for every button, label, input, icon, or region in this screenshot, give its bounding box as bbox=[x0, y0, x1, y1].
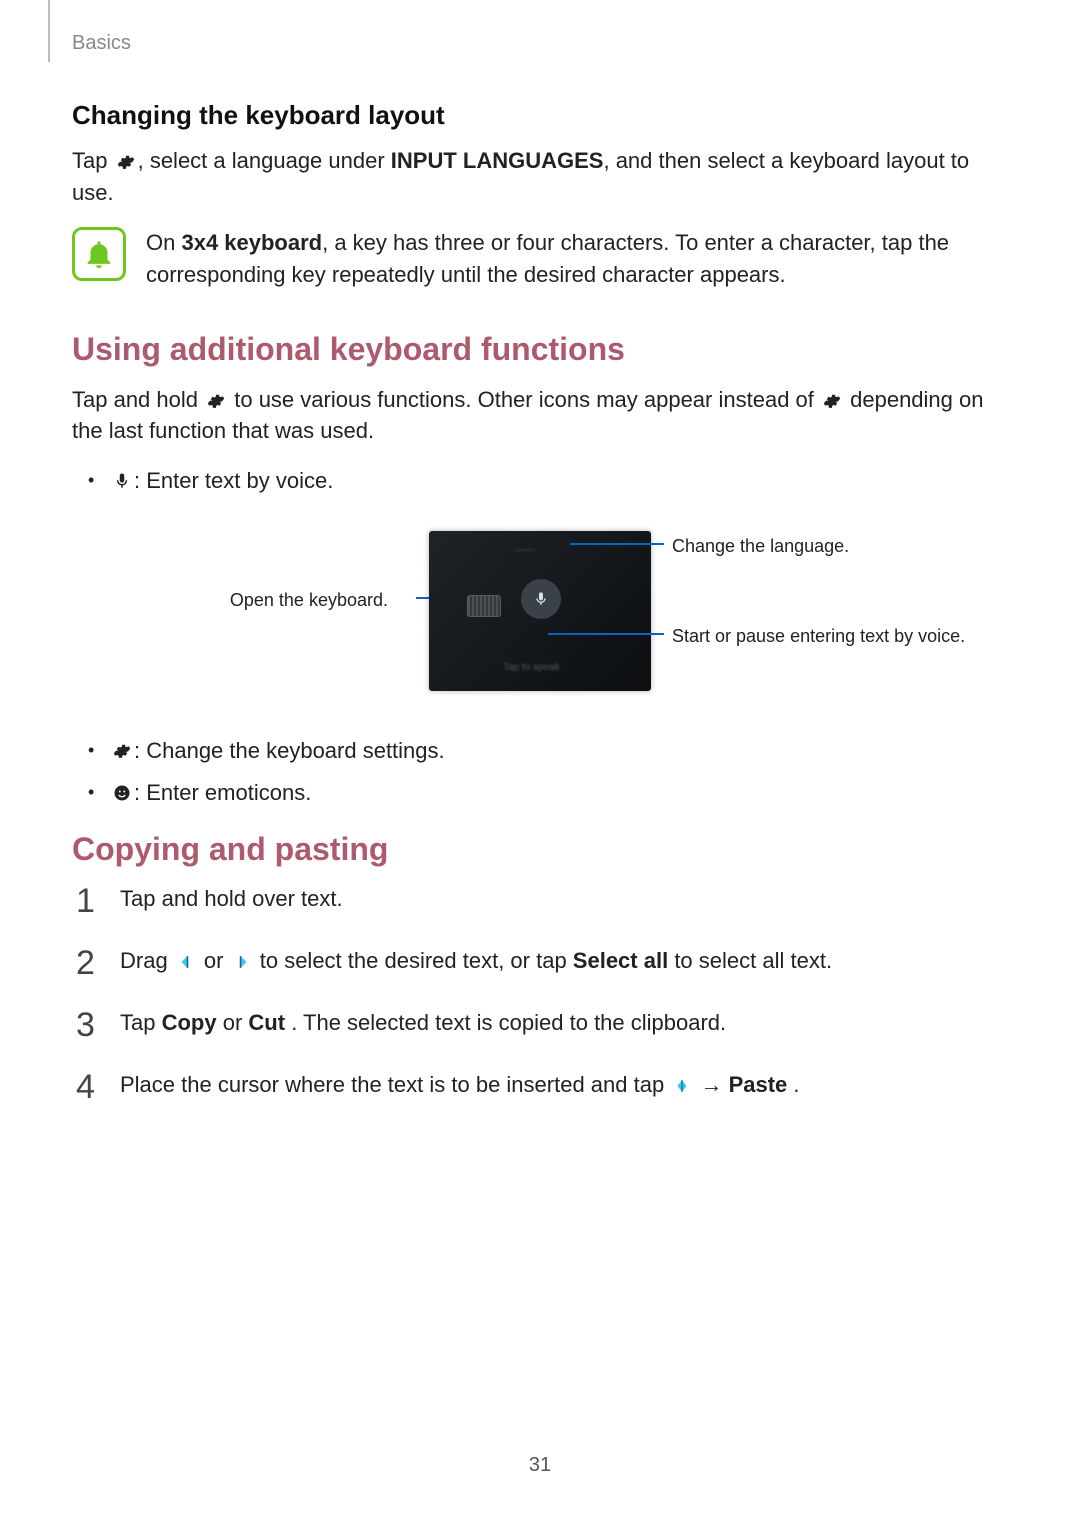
emoticon-icon bbox=[112, 783, 132, 803]
breadcrumb: Basics bbox=[72, 32, 131, 55]
text: to select all text. bbox=[674, 948, 832, 973]
bullet-list-1: : Enter text by voice. bbox=[82, 465, 1008, 497]
page-content: Changing the keyboard layout Tap , selec… bbox=[72, 100, 1008, 1132]
bullet-settings: : Change the keyboard settings. bbox=[82, 735, 1008, 767]
voice-input-diagram: Open the keyboard. —— Tap to speak Chang… bbox=[72, 521, 1008, 701]
bold-select-all: Select all bbox=[573, 948, 668, 973]
step-2: Drag or to select the desired text, or t… bbox=[76, 946, 1008, 980]
tip-callout: On 3x4 keyboard, a key has three or four… bbox=[72, 227, 1008, 291]
keyboard-mini-icon bbox=[467, 595, 501, 617]
callout-change-language: Change the language. bbox=[672, 535, 952, 558]
mic-button-graphic bbox=[521, 579, 561, 619]
step-4: Place the cursor where the text is to be… bbox=[76, 1070, 1008, 1104]
microphone-icon bbox=[112, 471, 132, 491]
bell-icon bbox=[72, 227, 126, 281]
blur-text: Tap to speak bbox=[503, 662, 560, 673]
step-3: Tap Copy or Cut . The selected text is c… bbox=[76, 1008, 1008, 1042]
step-1: Tap and hold over text. bbox=[76, 884, 1008, 918]
text: : Enter emoticons. bbox=[134, 777, 311, 809]
bold-paste: Paste bbox=[729, 1072, 788, 1097]
text: : Enter text by voice. bbox=[134, 465, 333, 497]
text: Tap and hold over text. bbox=[120, 886, 343, 911]
leader-line bbox=[548, 633, 664, 635]
text: or bbox=[223, 1010, 249, 1035]
text: Tap bbox=[72, 148, 114, 173]
bullet-emoticons: : Enter emoticons. bbox=[82, 777, 1008, 809]
bold-copy: Copy bbox=[162, 1010, 217, 1035]
text: Drag bbox=[120, 948, 174, 973]
tip-text: On 3x4 keyboard, a key has three or four… bbox=[146, 227, 1008, 291]
callout-start-pause: Start or pause entering text by voice. bbox=[672, 625, 972, 648]
cursor-handle-icon bbox=[672, 1076, 692, 1096]
bullet-voice: : Enter text by voice. bbox=[82, 465, 1008, 497]
bold-3x4: 3x4 keyboard bbox=[181, 230, 322, 255]
text: Tap and hold bbox=[72, 387, 204, 412]
text: to use various functions. Other icons ma… bbox=[234, 387, 820, 412]
text: Tap bbox=[120, 1010, 162, 1035]
paragraph-keyboard-layout: Tap , select a language under INPUT LANG… bbox=[72, 145, 1008, 209]
gear-icon bbox=[116, 152, 136, 172]
callout-open-keyboard: Open the keyboard. bbox=[230, 589, 388, 612]
selection-handle-left-icon bbox=[176, 952, 196, 972]
text: , select a language under bbox=[138, 148, 391, 173]
text: On bbox=[146, 230, 181, 255]
selection-handle-right-icon bbox=[232, 952, 252, 972]
gear-icon bbox=[206, 391, 226, 411]
heading-copying-pasting: Copying and pasting bbox=[72, 831, 1008, 868]
header-rule bbox=[48, 0, 50, 62]
gear-icon bbox=[822, 391, 842, 411]
steps-list: Tap and hold over text. Drag or to selec… bbox=[76, 884, 1008, 1104]
text: . The selected text is copied to the cli… bbox=[291, 1010, 726, 1035]
text: or bbox=[204, 948, 230, 973]
text: . bbox=[793, 1072, 799, 1097]
text: to select the desired text, or tap bbox=[260, 948, 573, 973]
heading-additional-functions: Using additional keyboard functions bbox=[72, 331, 1008, 368]
text: : Change the keyboard settings. bbox=[134, 735, 445, 767]
text: → bbox=[700, 1072, 728, 1097]
bullet-list-2: : Change the keyboard settings. : Enter … bbox=[82, 735, 1008, 809]
leader-line bbox=[570, 543, 664, 545]
gear-icon bbox=[112, 741, 132, 761]
bold-cut: Cut bbox=[248, 1010, 285, 1035]
blur-text: —— bbox=[515, 545, 535, 556]
page-number: 31 bbox=[0, 1454, 1080, 1477]
subheading-keyboard-layout: Changing the keyboard layout bbox=[72, 100, 1008, 131]
bold-input-languages: INPUT LANGUAGES bbox=[391, 148, 604, 173]
paragraph-additional-functions: Tap and hold to use various functions. O… bbox=[72, 384, 1008, 448]
text: Place the cursor where the text is to be… bbox=[120, 1072, 670, 1097]
voice-input-screenshot: —— Tap to speak bbox=[429, 531, 651, 691]
